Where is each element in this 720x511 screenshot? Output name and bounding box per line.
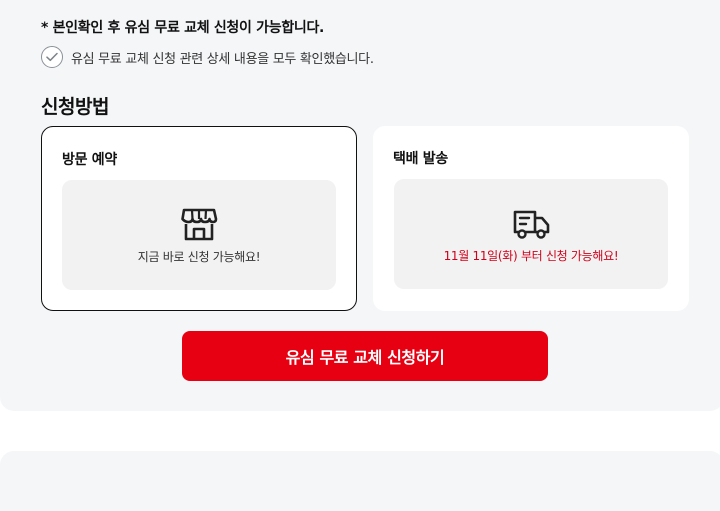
courier-delivery-message: 11월 11일(화) 부터 신청 가능해요! (443, 249, 619, 263)
delivery-truck-icon (513, 210, 550, 239)
visit-reservation-info-box: 지금 바로 신청 가능해요! (62, 180, 336, 290)
courier-delivery-card[interactable]: 택배 발송 11월 11일(화) 부터 신청 가능해요! (373, 126, 689, 311)
confirm-checkbox-row[interactable]: 유심 무료 교체 신청 관련 상세 내용을 모두 확인했습니다. (41, 46, 374, 68)
checkbox-circle[interactable] (41, 46, 63, 68)
next-section-panel (0, 451, 720, 511)
courier-delivery-title: 택배 발송 (393, 151, 448, 167)
courier-delivery-info-box: 11월 11일(화) 부터 신청 가능해요! (394, 179, 668, 289)
identity-notice: * 본인확인 후 유심 무료 교체 신청이 가능합니다. (41, 20, 325, 36)
visit-reservation-title: 방문 예약 (62, 152, 117, 168)
visit-reservation-card[interactable]: 방문 예약 지금 바로 신청 가능해요! (41, 126, 357, 311)
method-section-title: 신청방법 (41, 96, 109, 118)
visit-reservation-message: 지금 바로 신청 가능해요! (137, 250, 261, 264)
confirm-label: 유심 무료 교체 신청 관련 상세 내용을 모두 확인했습니다. (71, 51, 374, 67)
store-icon (181, 208, 218, 241)
checkmark-icon (46, 52, 58, 62)
application-panel: * 본인확인 후 유심 무료 교체 신청이 가능합니다. 유심 무료 교체 신청… (0, 0, 720, 411)
apply-usim-replacement-button[interactable]: 유심 무료 교체 신청하기 (182, 331, 548, 381)
